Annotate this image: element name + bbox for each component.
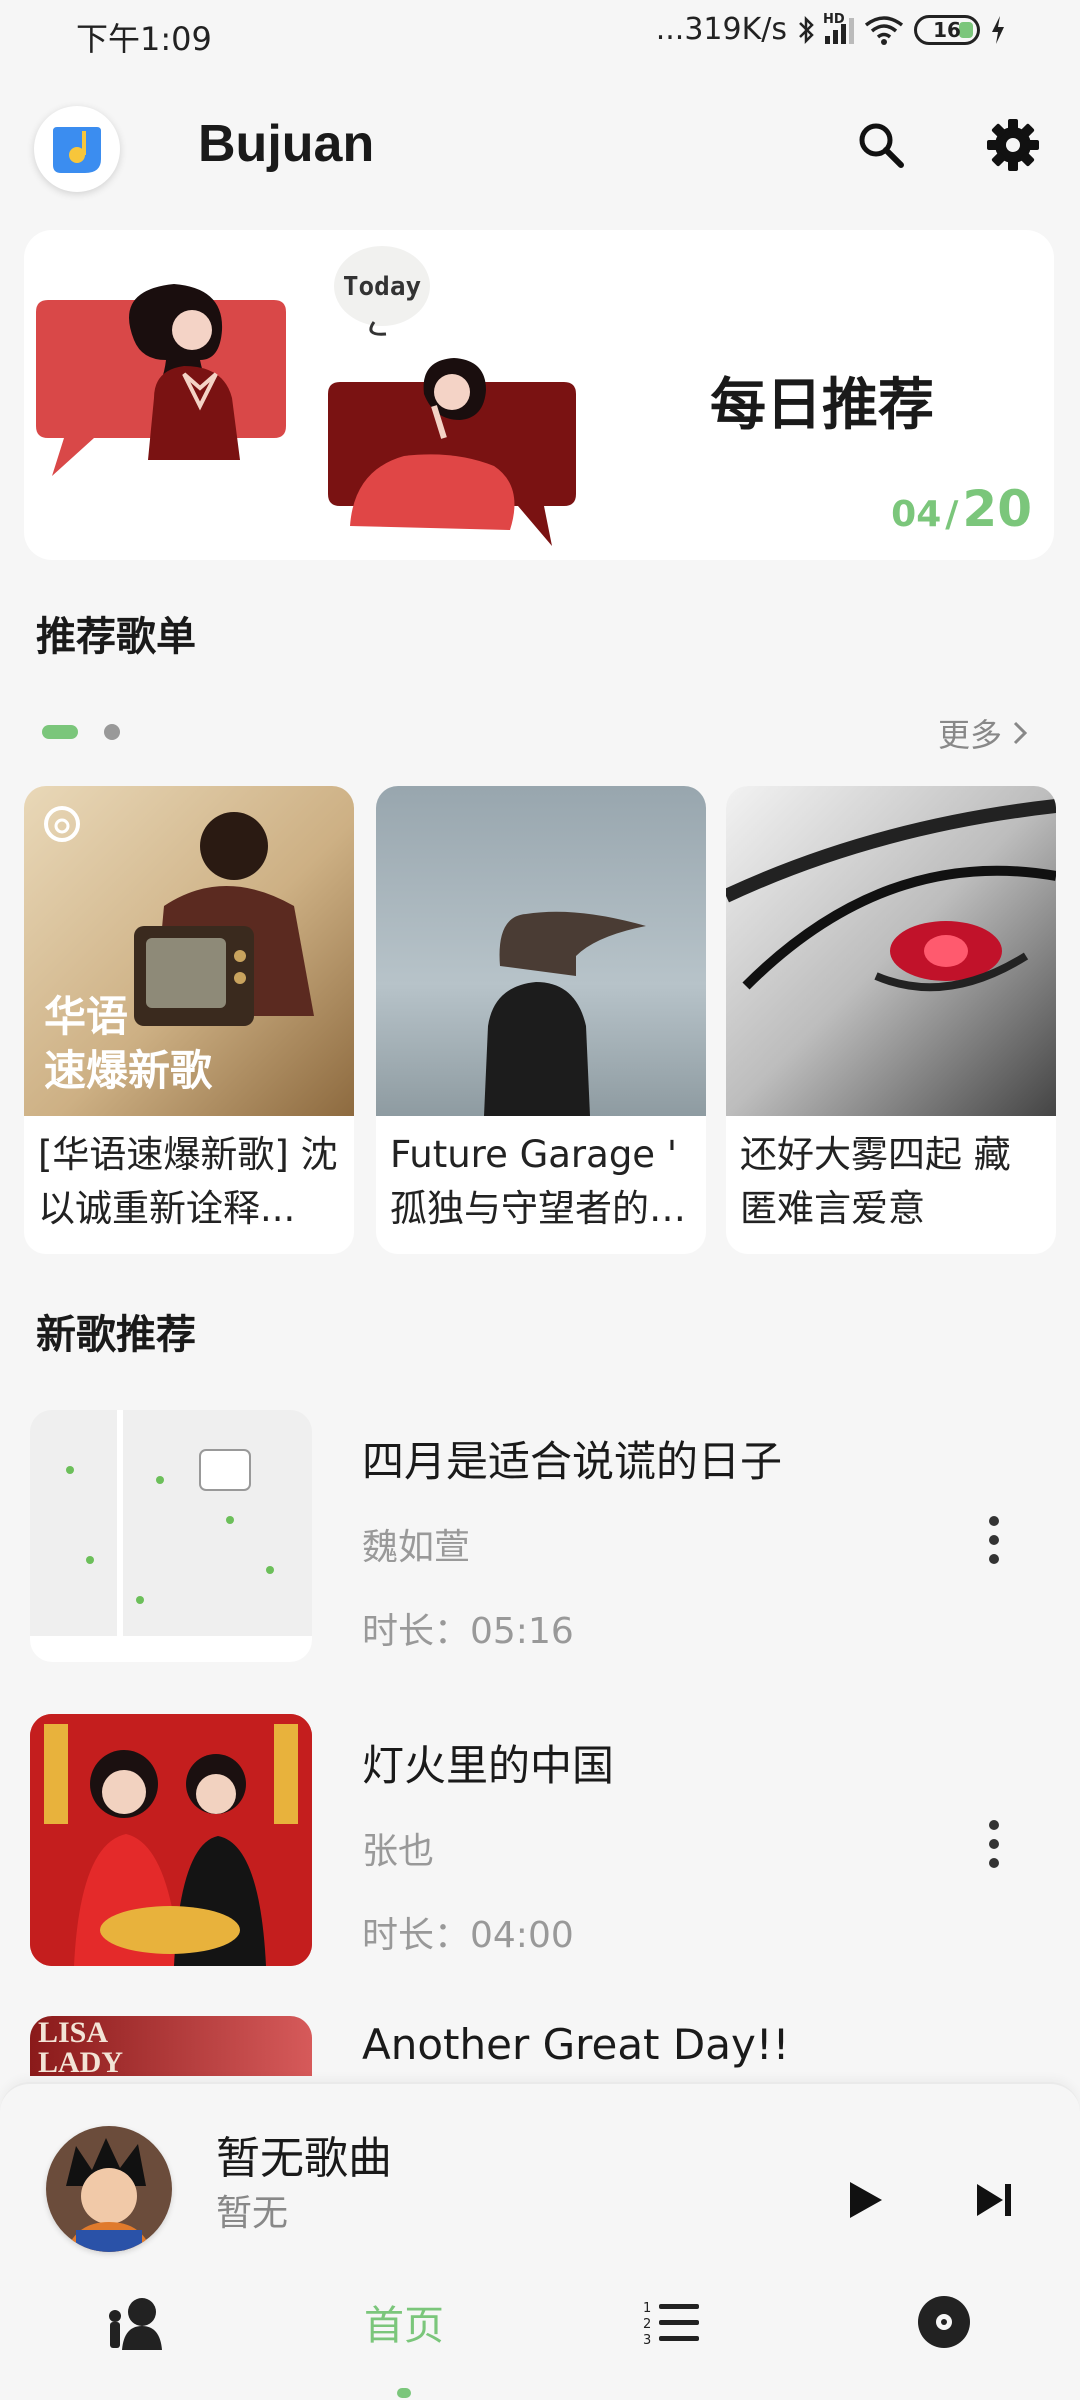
- nav-home-label: 首页: [364, 2303, 444, 2349]
- singer-icon: [109, 2298, 162, 2350]
- bluetooth-icon: [799, 15, 814, 44]
- song-cover: [30, 1714, 312, 1966]
- svg-text:3: 3: [643, 2333, 651, 2346]
- daily-month: 04: [891, 494, 942, 535]
- song-cover: LISA LADY: [30, 2016, 312, 2076]
- play-button[interactable]: [836, 2170, 896, 2230]
- playlist-card[interactable]: 还好大雾四起 藏匿难言爱意: [726, 786, 1056, 1254]
- player-avatar: [46, 2126, 172, 2252]
- battery-level: 16: [933, 17, 961, 42]
- gear-icon: [987, 119, 1039, 171]
- song-duration: 时长：04:00: [362, 1915, 574, 1956]
- more-link[interactable]: 更多: [938, 710, 1028, 756]
- search-button[interactable]: [846, 110, 916, 180]
- nav-active-indicator: [397, 2388, 411, 2398]
- playlist-name: 还好大雾四起 藏匿难言爱意: [740, 1133, 1011, 1230]
- songs-section-title: 新歌推荐: [36, 1312, 196, 1358]
- daily-illustration: Today: [36, 246, 576, 546]
- disc-icon: [918, 2296, 970, 2348]
- page-indicator-active: [42, 725, 78, 739]
- playlist-cover-text: 华语 速爆新歌: [44, 990, 212, 1098]
- playlist-cover: [726, 786, 1056, 1116]
- song-artist: 张也: [362, 1831, 435, 1872]
- charging-icon: [992, 15, 1004, 44]
- song-artist: 魏如萱: [362, 1527, 471, 1568]
- bottom-nav: 首页 1 2 3: [0, 2262, 1080, 2400]
- page-indicator: [42, 724, 120, 740]
- status-icons: ...319K/s HD 16: [656, 12, 1006, 47]
- search-icon: [859, 123, 904, 168]
- player-title: 暂无歌曲: [216, 2133, 392, 2184]
- skip-next-icon: [977, 2184, 1011, 2216]
- cover-text-line: 速爆新歌: [44, 1046, 213, 1095]
- chevron-right-icon: [1013, 721, 1028, 745]
- nav-item-singer[interactable]: [34, 2262, 234, 2382]
- song-cover-art: [30, 1410, 312, 1662]
- app-bar: Bujuan: [0, 86, 1080, 206]
- cover-text-line: 华语: [44, 992, 129, 1041]
- app-title: Bujuan: [198, 115, 375, 173]
- nav-item-home[interactable]: 首页: [304, 2262, 504, 2382]
- numbered-list-icon: 1 2 3: [643, 2301, 699, 2346]
- more-options-icon[interactable]: [964, 1500, 1024, 1580]
- playlist-name: Future Garage ' 孤独与守望者的悲...: [390, 1133, 678, 1230]
- page-indicator-dot: [104, 724, 120, 740]
- playlist-cover-art: [726, 799, 1056, 992]
- daily-day: 20: [962, 480, 1032, 538]
- playlist-cover: [376, 786, 706, 1116]
- status-bar: 下午1:09 ...319K/s HD 16: [0, 0, 1080, 66]
- wifi-icon: [864, 15, 904, 45]
- nav-item-list[interactable]: 1 2 3: [572, 2262, 772, 2382]
- song-cover-art: [30, 1714, 312, 1966]
- player-cover-art: [46, 2126, 172, 2252]
- status-time: 下午1:09: [76, 20, 212, 58]
- song-duration: 时长：05:16: [362, 1611, 574, 1652]
- playlist-card[interactable]: Future Garage ' 孤独与守望者的悲...: [376, 786, 706, 1254]
- daily-recommend-card[interactable]: Today 每日推荐 04/20: [24, 230, 1054, 560]
- playlist-cover: 华语 速爆新歌: [24, 786, 354, 1116]
- playlist-cover-art: [484, 911, 646, 1116]
- playlist-name: [华语速爆新歌] 沈以诚重新诠释...: [38, 1133, 338, 1230]
- playlist-card[interactable]: 华语 速爆新歌 [华语速爆新歌] 沈以诚重新诠释...: [24, 786, 354, 1254]
- song-title: Another Great Day!!: [362, 2020, 790, 2069]
- daily-date: 04/20: [891, 480, 1032, 538]
- next-button[interactable]: [964, 2170, 1024, 2230]
- signal-icon: HD: [823, 12, 854, 44]
- song-title: 四月是适合说谎的日子: [362, 1437, 783, 1486]
- svg-text:2: 2: [643, 2317, 651, 2332]
- settings-button[interactable]: [978, 110, 1048, 180]
- player-artist: 暂无: [216, 2193, 289, 2234]
- battery-icon: 16: [914, 14, 980, 45]
- song-title: 灯火里的中国: [362, 1741, 615, 1790]
- app-logo[interactable]: [34, 106, 120, 192]
- svg-text:1: 1: [643, 2301, 651, 2316]
- mini-player[interactable]: 暂无歌曲 暂无: [0, 2082, 1080, 2262]
- today-badge: Today: [343, 272, 421, 302]
- song-row[interactable]: 灯火里的中国 张也 时长：04:00: [0, 1714, 1080, 1974]
- song-cover: [30, 1410, 312, 1662]
- song-cover-text: LISA LADY: [38, 2016, 124, 2077]
- song-row[interactable]: 四月是适合说谎的日子 魏如萱 时长：05:16: [0, 1410, 1080, 1670]
- playlists-section-title: 推荐歌单: [36, 614, 196, 660]
- song-row[interactable]: LISA LADY Another Great Day!!: [0, 2016, 1080, 2076]
- play-icon: [850, 2182, 882, 2218]
- network-speed: ...319K/s: [655, 12, 787, 47]
- daily-title: 每日推荐: [710, 373, 934, 438]
- music-note-logo-icon: [53, 127, 101, 173]
- nav-item-disc[interactable]: [844, 2262, 1044, 2382]
- more-options-icon[interactable]: [964, 1804, 1024, 1884]
- network-type-label: HD: [823, 11, 845, 27]
- more-label: 更多: [937, 716, 1002, 754]
